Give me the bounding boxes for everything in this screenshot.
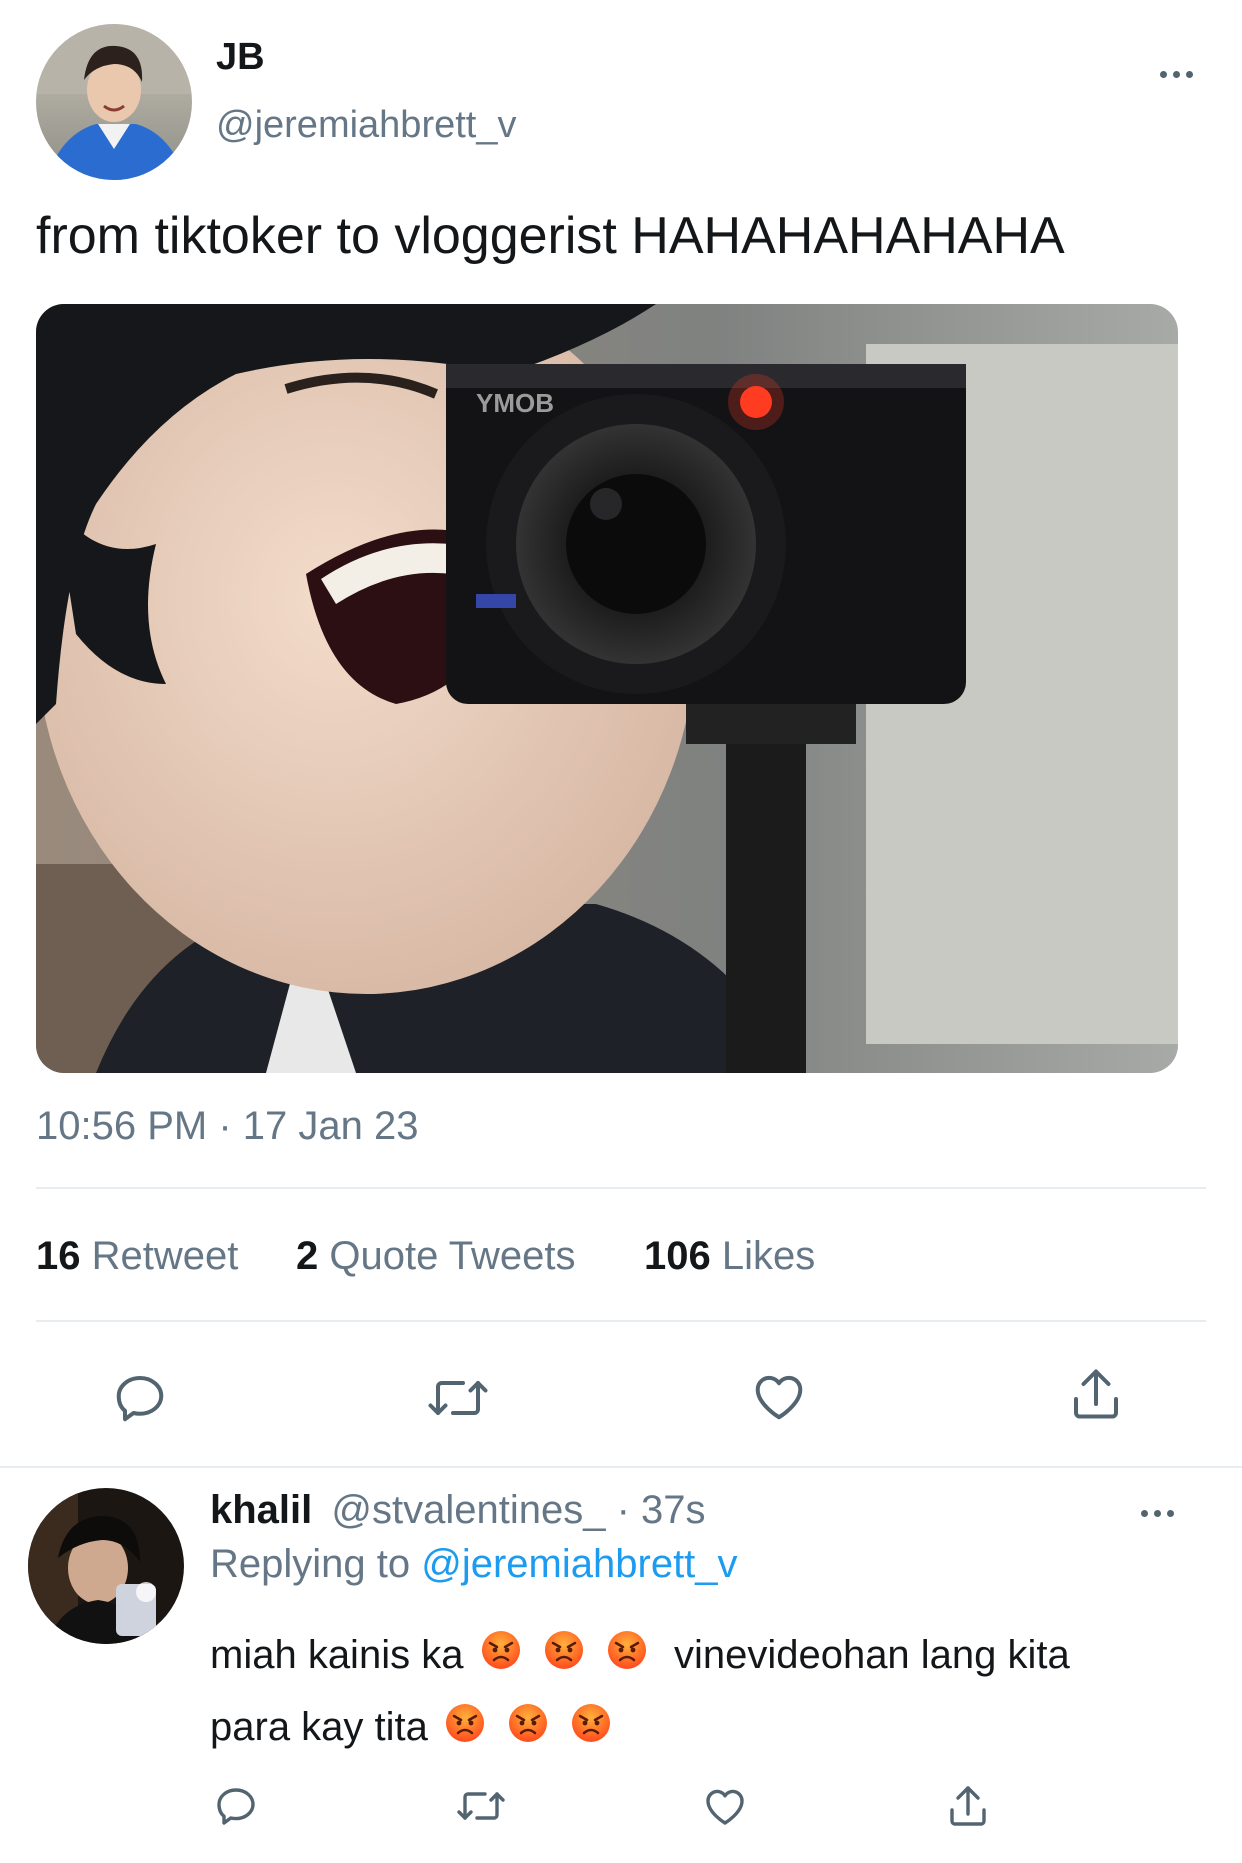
retweets-label: Retweet <box>91 1234 239 1278</box>
retweet-icon[interactable] <box>425 1368 491 1428</box>
reply-text-part: miah kainis ka <box>210 1633 464 1677</box>
reply-time[interactable]: · 37s <box>617 1488 706 1532</box>
quote-tweets-label: Quote Tweets <box>329 1234 576 1278</box>
more-icon[interactable] <box>1160 71 1193 78</box>
reply-display-name[interactable]: khalil <box>210 1488 312 1532</box>
divider <box>36 1320 1206 1322</box>
likes-count: 106 <box>644 1234 711 1278</box>
angry-face-icon <box>508 1695 548 1765</box>
replying-to-label: Replying to <box>210 1542 411 1586</box>
replying-to-handle[interactable]: @jeremiahbrett_v <box>421 1542 737 1586</box>
retweets-count: 16 <box>36 1234 81 1278</box>
reply-icon[interactable] <box>110 1368 170 1428</box>
camera-brand-text: YMOB <box>476 388 554 418</box>
reply-text-part: vinevideohan lang kita <box>673 1633 1070 1677</box>
tweet-timestamp[interactable]: 10:56 PM · 17 Jan 23 <box>36 1104 418 1149</box>
tweet-photo[interactable]: YMOB <box>36 304 1178 1073</box>
reply-text-part: para kay tita <box>210 1705 428 1750</box>
reply-more-icon[interactable] <box>1141 1510 1174 1517</box>
angry-face-icon <box>607 1622 647 1692</box>
reply-handle[interactable]: @stvalentines_ <box>331 1488 605 1532</box>
likes-stat[interactable]: 106 Likes <box>644 1234 815 1279</box>
divider <box>0 1466 1242 1468</box>
retweets-stat[interactable]: 16 Retweet <box>36 1234 238 1279</box>
share-icon[interactable] <box>1066 1364 1126 1424</box>
angry-face-icon <box>445 1695 485 1765</box>
reply-text-line-2: para kay tita <box>210 1692 1210 1764</box>
reply-retweet-icon[interactable] <box>454 1782 508 1830</box>
reply-text: miah kainis ka vinevideohan lang kita pa… <box>210 1620 1210 1765</box>
tweet-text: from tiktoker to vloggerist HAHAHAHAHAHA <box>36 207 1065 265</box>
quote-tweets-stat[interactable]: 2 Quote Tweets <box>296 1234 575 1279</box>
angry-face-icon <box>481 1622 521 1692</box>
reply-reply-icon[interactable] <box>212 1782 260 1830</box>
replying-to: Replying to @jeremiahbrett_v <box>210 1542 738 1587</box>
reply-author-avatar[interactable] <box>28 1488 184 1644</box>
divider <box>36 1187 1206 1189</box>
reply-like-icon[interactable] <box>700 1782 750 1830</box>
quote-tweets-count: 2 <box>296 1234 319 1278</box>
author-handle[interactable]: @jeremiahbrett_v <box>216 104 516 147</box>
reply-header: khalil @stvalentines_ · 37s <box>210 1488 706 1533</box>
angry-face-icon <box>544 1622 584 1692</box>
reply-text-line-1: miah kainis ka vinevideohan lang kita <box>210 1620 1210 1692</box>
like-icon[interactable] <box>748 1366 810 1426</box>
reply-share-icon[interactable] <box>944 1782 992 1830</box>
angry-face-icon <box>571 1695 611 1765</box>
author-avatar[interactable] <box>36 24 192 180</box>
likes-label: Likes <box>721 1234 816 1278</box>
author-display-name[interactable]: JB <box>216 36 265 79</box>
